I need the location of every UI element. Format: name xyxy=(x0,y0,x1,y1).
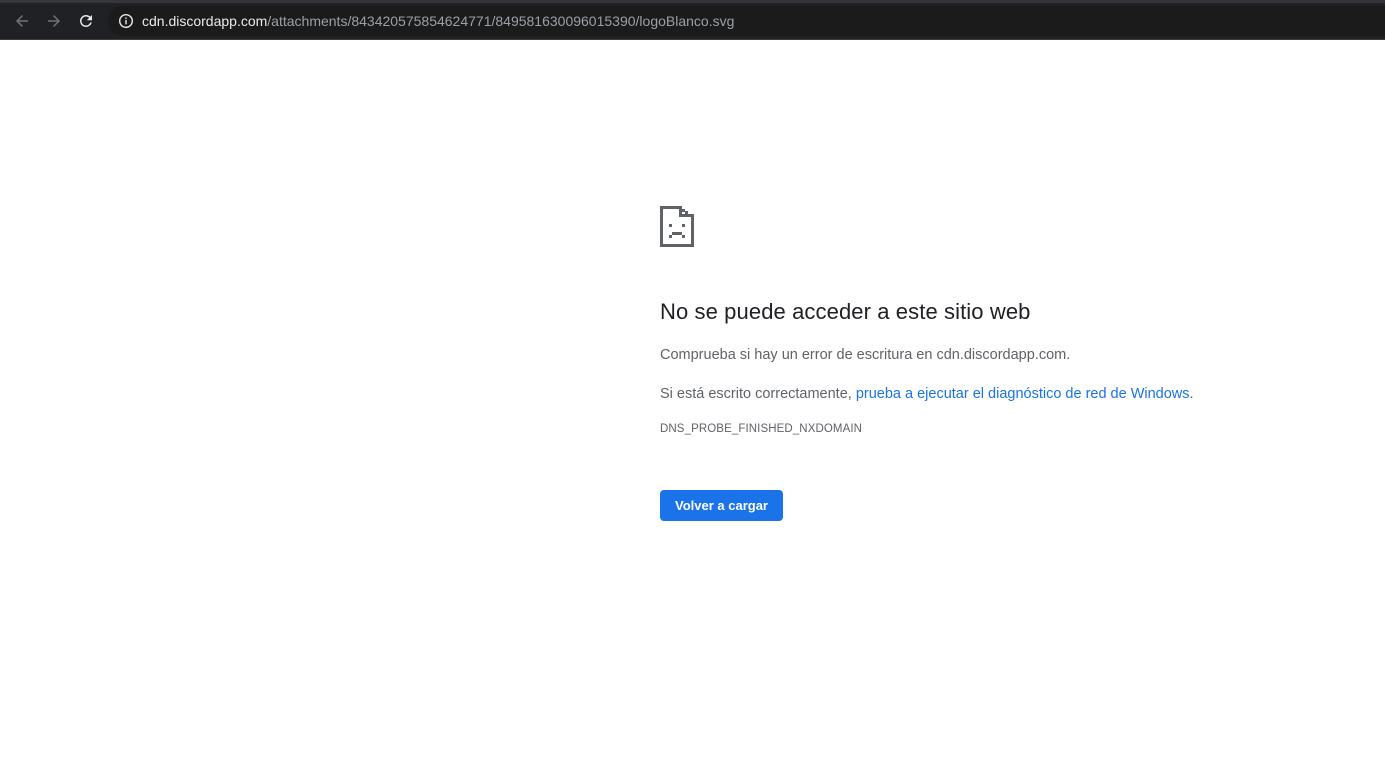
error-page: No se puede acceder a este sitio web Com… xyxy=(660,206,1300,521)
error-diagnostics-line: Si está escrito correctamente, prueba a … xyxy=(660,384,1300,404)
diagnostics-prefix: Si está escrito correctamente, xyxy=(660,386,856,402)
reload-page-button[interactable]: Volver a cargar xyxy=(660,490,783,521)
arrow-right-icon xyxy=(48,15,60,27)
toolbar-top-border xyxy=(0,0,1385,3)
sad-page-icon xyxy=(660,206,694,247)
back-button[interactable] xyxy=(8,7,36,35)
address-bar[interactable]: cdn.discordapp.com/attachments/843420575… xyxy=(108,6,1385,36)
browser-toolbar: cdn.discordapp.com/attachments/843420575… xyxy=(0,0,1385,40)
reload-button[interactable] xyxy=(72,7,100,35)
url-path: /attachments/843420575854624771/84958163… xyxy=(267,13,735,29)
network-diagnostics-link[interactable]: prueba a ejecutar el diagnóstico de red … xyxy=(856,386,1190,402)
arrow-left-icon xyxy=(16,15,28,27)
error-suggestion: Comprueba si hay un error de escritura e… xyxy=(660,347,1071,363)
diagnostics-suffix: . xyxy=(1189,386,1194,402)
error-code: DNS_PROBE_FINISHED_NXDOMAIN xyxy=(660,423,863,435)
url-host: cdn.discordapp.com xyxy=(142,13,268,29)
url-text[interactable]: cdn.discordapp.com/attachments/843420575… xyxy=(142,13,734,29)
info-icon[interactable] xyxy=(118,13,134,29)
error-title: No se puede acceder a este sitio web xyxy=(660,299,1031,324)
forward-button[interactable] xyxy=(40,7,68,35)
reload-icon xyxy=(79,14,92,27)
